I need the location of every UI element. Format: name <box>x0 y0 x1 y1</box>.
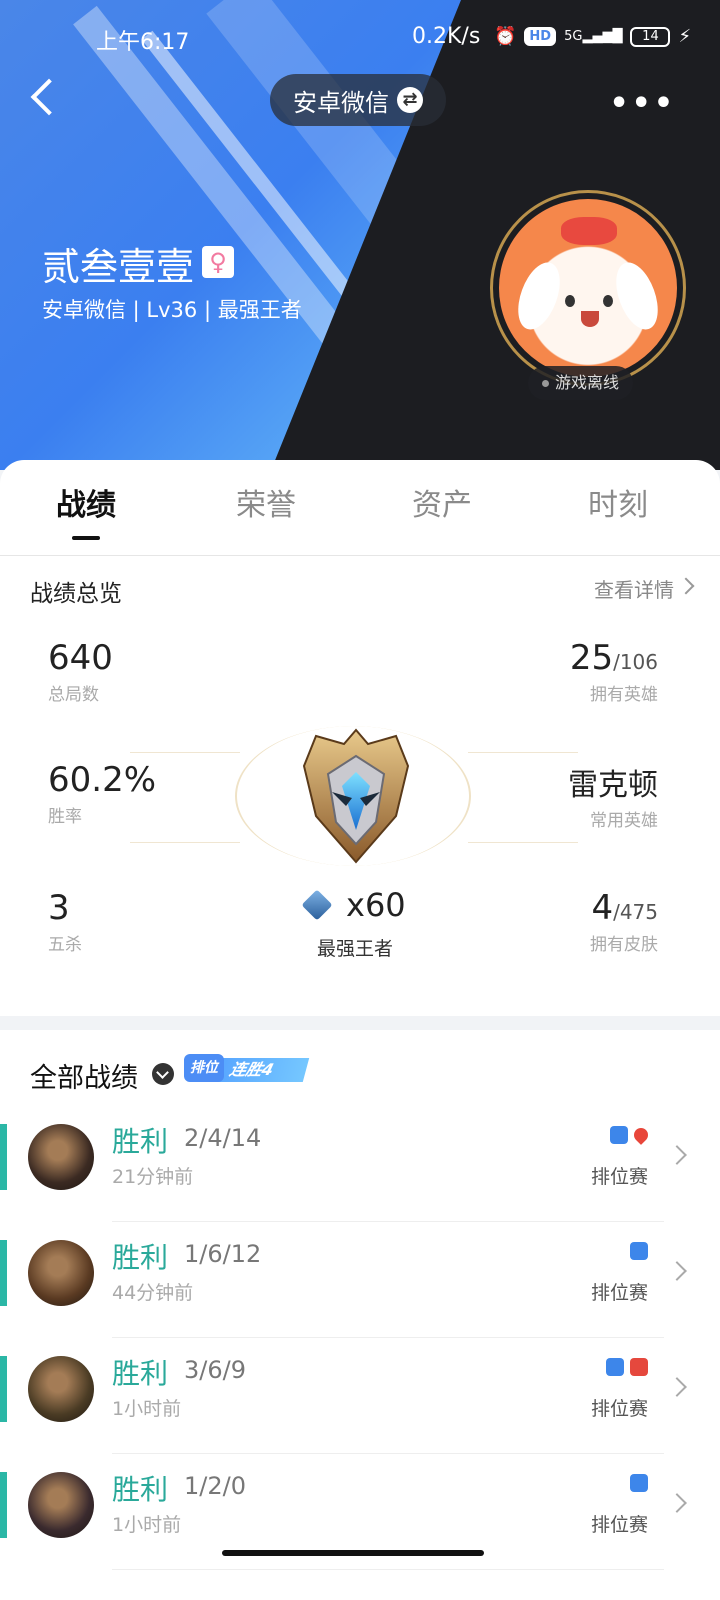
status-icons: ⏰ HD 5G▂▄▆█ 14 ⚡ <box>494 26 691 47</box>
status-time: 上午6:17 <box>96 30 190 55</box>
stat-penta-kills: 3 五杀 <box>48 888 82 955</box>
rank-emblem-icon <box>302 728 410 864</box>
win-streak-badge: 连胜4 排位 <box>184 1048 310 1084</box>
ranked-mode-icon <box>610 1126 628 1144</box>
tab-assets[interactable]: 资产 <box>412 480 472 524</box>
account-switch-label: 安卓微信 <box>293 88 389 117</box>
record-overview-card: 战绩总览 查看详情 640 总局数 25/106 拥有英雄 60.2% 胜率 雷… <box>0 556 720 1016</box>
charging-icon: ⚡ <box>678 26 692 47</box>
tab-record[interactable]: 战绩 <box>56 480 116 540</box>
ranked-mode-icon <box>606 1358 624 1376</box>
status-bar: 上午6:17 0.2K/s ⏰ HD 5G▂▄▆█ 14 ⚡ <box>0 22 720 58</box>
stat-heroes-owned: 25/106 拥有英雄 <box>569 638 658 705</box>
star-crystal-icon <box>301 889 333 921</box>
match-kda: 2/4/14 <box>184 1124 262 1152</box>
first-blood-icon <box>631 1125 651 1145</box>
match-history: 全部战绩 连胜4 排位 胜利 2/4/14 21分钟前 排位赛 胜利 1/6/12 44分钟… <box>0 1030 720 1600</box>
chevron-right-icon <box>667 1377 687 1397</box>
online-status-badge: 游戏离线 <box>528 366 634 400</box>
match-time: 21分钟前 <box>112 1166 194 1188</box>
stat-win-rate: 60.2% 胜率 <box>48 760 157 827</box>
match-mode: 排位赛 <box>590 1282 648 1304</box>
match-row[interactable]: 胜利 1/6/12 44分钟前 排位赛 <box>0 1222 720 1338</box>
match-mode: 排位赛 <box>590 1398 648 1420</box>
match-result: 胜利 <box>112 1125 169 1158</box>
match-result: 胜利 <box>112 1241 169 1274</box>
divider <box>468 752 578 753</box>
match-tags <box>610 1125 651 1145</box>
alarm-icon: ⏰ <box>494 26 517 47</box>
home-indicator[interactable] <box>222 1550 484 1556</box>
back-button[interactable] <box>26 76 62 122</box>
rank-name: 最强王者 <box>316 938 393 960</box>
signal-icon: 5G▂▄▆█ <box>564 29 623 44</box>
hero-avatar <box>28 1124 94 1190</box>
status-dot-icon <box>542 380 549 387</box>
match-result: 胜利 <box>112 1357 169 1390</box>
profile-subinfo: 安卓微信 | Lv36 | 最强王者 <box>42 298 302 322</box>
match-mode: 排位赛 <box>590 1166 648 1188</box>
overview-title: 战绩总览 <box>30 581 122 607</box>
match-time: 1小时前 <box>112 1514 182 1536</box>
tab-moments[interactable]: 时刻 <box>588 480 648 524</box>
match-row[interactable]: 胜利 2/4/14 21分钟前 排位赛 <box>0 1106 720 1222</box>
avatar[interactable] <box>490 190 686 386</box>
win-indicator-bar <box>0 1240 7 1306</box>
divider <box>130 752 240 753</box>
tab-honor[interactable]: 荣誉 <box>236 480 296 524</box>
match-tags <box>630 1242 648 1260</box>
match-kda: 1/2/0 <box>184 1472 246 1500</box>
ranked-mode-icon <box>630 1474 648 1492</box>
win-indicator-bar <box>0 1356 7 1422</box>
battery-icon: 14 <box>630 26 671 47</box>
match-tags <box>630 1474 648 1492</box>
match-time: 1小时前 <box>112 1398 182 1420</box>
match-result: 胜利 <box>112 1473 169 1506</box>
stat-common-hero: 雷克顿 常用英雄 <box>568 768 658 831</box>
hero-avatar <box>28 1240 94 1306</box>
win-indicator-bar <box>0 1472 7 1538</box>
stat-total-games: 640 总局数 <box>48 638 113 705</box>
match-mode: 排位赛 <box>590 1514 648 1536</box>
match-row[interactable]: 胜利 3/6/9 1小时前 排位赛 <box>0 1338 720 1454</box>
chevron-right-icon <box>677 577 695 595</box>
tab-bar: 战绩 荣誉 资产 时刻 <box>0 460 720 556</box>
match-kda: 1/6/12 <box>184 1240 262 1268</box>
chevron-right-icon <box>667 1145 687 1165</box>
match-tags <box>606 1358 648 1376</box>
ranked-mode-icon <box>630 1242 648 1260</box>
account-switch-button[interactable]: 安卓微信 ⇄ <box>270 74 446 126</box>
match-kda: 3/6/9 <box>184 1356 246 1384</box>
profile-header: 上午6:17 0.2K/s ⏰ HD 5G▂▄▆█ 14 ⚡ 安卓微信 ⇄ ••… <box>0 0 720 470</box>
divider <box>468 842 578 843</box>
network-speed: 0.2K/s <box>412 24 481 49</box>
dropdown-icon[interactable] <box>152 1063 174 1085</box>
divider <box>130 842 240 843</box>
more-menu-icon[interactable]: ••• <box>609 86 676 121</box>
female-gender-icon: ♀ <box>202 246 234 278</box>
hero-avatar <box>28 1472 94 1538</box>
win-indicator-bar <box>0 1124 7 1190</box>
username: 贰叁壹壹 <box>42 245 195 289</box>
chevron-right-icon <box>667 1261 687 1281</box>
mvp-icon <box>630 1358 648 1376</box>
divider <box>112 1569 664 1570</box>
hd-icon: HD <box>524 27 557 46</box>
swap-icon: ⇄ <box>397 87 423 113</box>
rank-stars: x60 <box>301 886 426 924</box>
match-filter-title[interactable]: 全部战绩 <box>30 1056 138 1095</box>
avatar-image <box>499 199 677 377</box>
chevron-right-icon <box>667 1493 687 1513</box>
hero-avatar <box>28 1356 94 1422</box>
stat-skins-owned: 4/475 拥有皮肤 <box>590 888 658 955</box>
view-details-link[interactable]: 查看详情 <box>594 574 674 603</box>
match-time: 44分钟前 <box>112 1282 194 1304</box>
